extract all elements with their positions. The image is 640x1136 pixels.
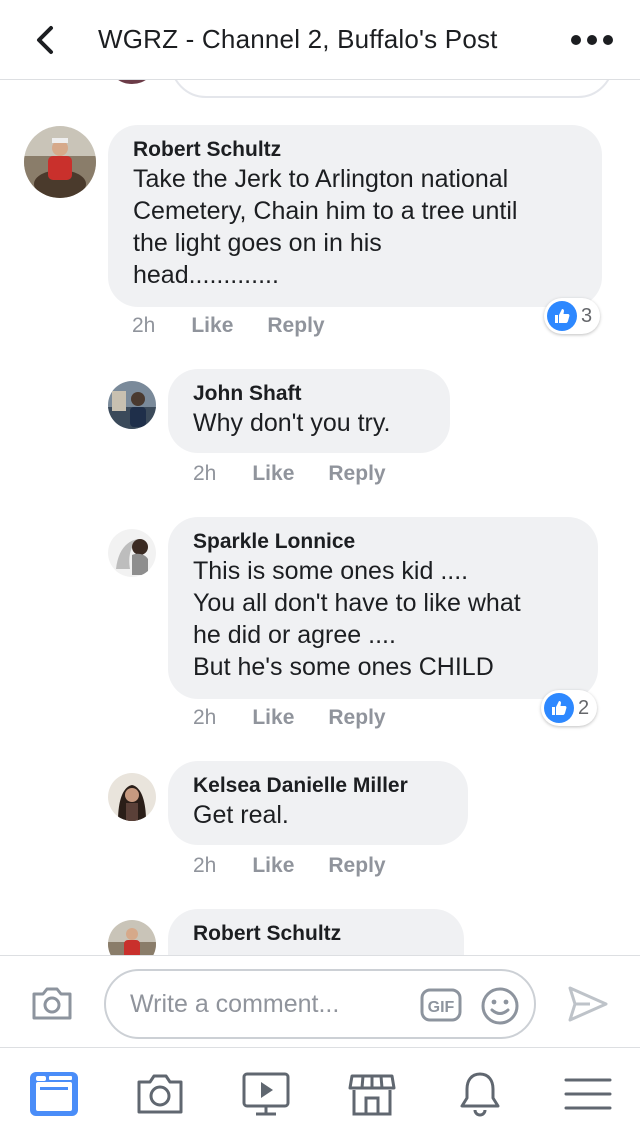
reply-button[interactable]: Reply (328, 462, 385, 486)
emoji-icon[interactable] (480, 986, 520, 1026)
avatar[interactable] (108, 773, 156, 821)
commenter-name[interactable]: Sparkle Lonnice (193, 529, 574, 555)
comment-actions: 2h Like Reply (193, 462, 420, 486)
comment-timestamp: 2h (132, 314, 156, 337)
previous-bubble-fragment (170, 80, 614, 98)
comment-text: Take the Jerk to Arlington national Ceme… (133, 165, 518, 289)
avatar[interactable] (108, 381, 156, 429)
comment-actions: 2h Like Reply (193, 854, 420, 878)
menu-icon[interactable] (562, 1068, 614, 1120)
news-feed-icon[interactable] (28, 1068, 80, 1120)
comment-bubble[interactable]: Robert Schultz (168, 909, 464, 955)
comment-input[interactable]: Write a comment... GIF (104, 969, 536, 1039)
comment-text: This is some ones kid .... You all don't… (193, 557, 521, 681)
avatar[interactable] (108, 529, 156, 577)
gif-icon[interactable]: GIF (420, 988, 462, 1022)
camera-icon[interactable] (30, 984, 74, 1022)
avatar[interactable] (108, 920, 156, 955)
camera-icon[interactable] (134, 1068, 186, 1120)
comment-timestamp: 2h (193, 706, 217, 729)
reply-button[interactable]: Reply (267, 314, 324, 338)
comment-actions: 2h Like Reply (193, 706, 420, 730)
bottom-navigation (0, 1047, 640, 1136)
commenter-name[interactable]: Robert Schultz (193, 921, 440, 947)
comment-text: Get real. (193, 801, 289, 829)
commenter-name[interactable]: Kelsea Danielle Miller (193, 773, 444, 799)
comment-actions: 2h Like Reply (132, 314, 359, 338)
send-icon[interactable] (566, 984, 610, 1024)
previous-avatar-fragment (108, 80, 156, 84)
avatar[interactable] (24, 126, 96, 198)
top-bar: WGRZ - Channel 2, Buffalo's Post (0, 0, 640, 80)
like-button[interactable]: Like (191, 314, 233, 338)
marketplace-icon[interactable] (346, 1068, 398, 1120)
commenter-name[interactable]: Robert Schultz (133, 137, 578, 163)
like-button[interactable]: Like (252, 462, 294, 486)
reaction-count: 3 (581, 304, 593, 327)
reaction-count: 2 (578, 696, 590, 719)
comment-bubble[interactable]: Robert Schultz Take the Jerk to Arlingto… (108, 125, 602, 307)
page-title: WGRZ - Channel 2, Buffalo's Post (98, 24, 498, 54)
like-reaction-icon (547, 301, 577, 331)
reply-button[interactable]: Reply (328, 706, 385, 730)
watch-video-icon[interactable] (240, 1068, 292, 1120)
reaction-summary[interactable]: 2 (541, 690, 598, 726)
comment-bubble[interactable]: Sparkle Lonnice This is some ones kid ..… (168, 517, 598, 699)
commenter-name[interactable]: John Shaft (193, 381, 426, 407)
more-options-icon[interactable] (566, 28, 618, 52)
comment-bubble[interactable]: John Shaft Why don't you try. (168, 369, 450, 453)
back-chevron-icon[interactable] (26, 20, 66, 60)
comment-input-placeholder: Write a comment... (130, 990, 340, 1018)
comment-feed[interactable]: Robert Schultz Take the Jerk to Arlingto… (0, 80, 640, 955)
comment-timestamp: 2h (193, 462, 217, 485)
comment-bubble[interactable]: Kelsea Danielle Miller Get real. (168, 761, 468, 845)
like-reaction-icon (544, 693, 574, 723)
reaction-summary[interactable]: 3 (544, 298, 601, 334)
reply-button[interactable]: Reply (328, 854, 385, 878)
notifications-bell-icon[interactable] (454, 1068, 506, 1120)
comment-timestamp: 2h (193, 854, 217, 877)
comment-text: Why don't you try. (193, 409, 391, 437)
comment-composer: Write a comment... GIF (0, 955, 640, 1047)
like-button[interactable]: Like (252, 854, 294, 878)
like-button[interactable]: Like (252, 706, 294, 730)
gif-label: GIF (428, 999, 455, 1016)
